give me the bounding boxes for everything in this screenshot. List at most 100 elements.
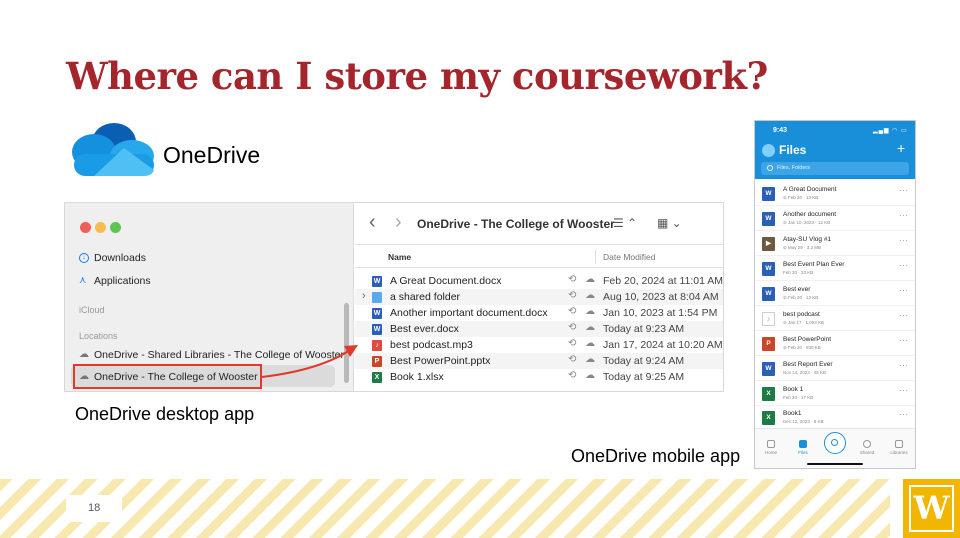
more-icon[interactable]: ··· [899,286,909,295]
cloud-icon: ☁ [79,349,89,360]
column-header: Name Date Modified [355,246,723,268]
more-icon[interactable]: ··· [899,410,909,419]
file-name: Another important document.docx [390,307,548,319]
finder-sidebar: ↓ Downloads ⋏ Applications iCloud Locati… [65,203,354,391]
excel-file-icon: X [762,411,775,425]
onedrive-logo-icon [72,123,154,176]
file-name: Book 1.xlsx [390,371,444,383]
more-icon[interactable]: ··· [899,311,909,320]
back-button[interactable]: ‹ [369,211,376,234]
column-name[interactable]: Name [388,252,411,262]
view-options-button[interactable]: ☰ ⌃ [613,216,637,230]
list-item[interactable]: W Best ever ⊘ Feb 20 · 13 KB ··· [755,281,915,306]
tab-label: Shared [859,450,875,455]
sync-status-icon: ⟲ ☁ [568,274,599,285]
mobile-header: 9:43 ▂▄▆ ◠ ▭ Files + Files, Folders [755,121,915,179]
sync-status-icon: ⟲ ☁ [568,354,599,365]
list-item[interactable]: ♪ best podcast ⊘ Jan 17 · 1,003 KB ··· [755,306,915,331]
item-name: Best PowerPoint [783,336,832,343]
item-meta: Nov 14, 2023 · 45 KB [783,370,827,375]
search-input[interactable]: Files, Folders [761,162,909,175]
forward-button[interactable]: › [395,211,402,234]
more-icon[interactable]: ··· [899,336,909,345]
file-row[interactable]: W Another important document.docx ⟲ ☁ Ja… [355,305,723,321]
mobile-app-screenshot: 9:43 ▂▄▆ ◠ ▭ Files + Files, Folders W A … [754,120,916,469]
file-row[interactable]: › a shared folder ⟲ ☁ Aug 10, 2023 at 8:… [355,289,723,305]
list-item[interactable]: X Book1 Dec 12, 2023 · 8 KB ··· [755,405,915,430]
item-meta: ⊘ Jan 17 · 1,003 KB [783,320,825,325]
file-date: Jan 17, 2024 at 10:20 AM [603,339,723,351]
sidebar-item-applications[interactable]: ⋏ Applications [79,275,151,287]
logo-letter: W [909,485,954,532]
folder-icon [372,292,382,303]
column-date-modified[interactable]: Date Modified [603,252,655,262]
list-item[interactable]: W Best Event Plan Ever Feb 20 · 33 KB ··… [755,256,915,281]
libraries-icon [895,440,903,448]
sidebar-item-shared-libraries[interactable]: ☁ OneDrive - Shared Libraries - The Coll… [79,349,344,361]
item-name: A Great Document [783,186,837,193]
list-item[interactable]: ▶ Atay-SU Vlog #1 ⊘ May 29 · 3.3 MB ··· [755,231,915,256]
list-item[interactable]: W Another document ⊘ Jan 10, 2023 · 12 K… [755,206,915,231]
sync-status-icon: ⟲ ☁ [568,338,599,349]
more-icon[interactable]: ··· [899,361,909,370]
file-row[interactable]: ♪ best podcast.mp3 ⟲ ☁ Jan 17, 2024 at 1… [355,337,723,353]
excel-file-icon: X [372,372,382,383]
tab-home[interactable]: Home [756,440,786,455]
item-name: Another document [783,211,837,218]
caption-mobile: OneDrive mobile app [571,446,741,466]
folder-icon [799,440,807,448]
more-icon[interactable]: ··· [899,186,909,195]
file-date: Today at 9:24 AM [603,355,685,367]
more-icon[interactable]: ··· [899,236,909,245]
item-meta: ⊘ Jan 10, 2023 · 12 KB [783,220,831,225]
word-file-icon: W [762,362,775,376]
list-item[interactable]: P Best PowerPoint ⊘ Feb 20 · 930 KB ··· [755,331,915,356]
item-name: Best Event Plan Ever [783,261,845,268]
tab-libraries[interactable]: Libraries [884,440,914,455]
file-date: Feb 20, 2024 at 11:01 AM [603,275,724,287]
word-file-icon: W [372,308,382,319]
more-icon[interactable]: ··· [899,386,909,395]
tab-shared[interactable]: Shared [852,440,882,455]
file-date: Aug 10, 2023 at 8:04 AM [603,291,719,303]
finder-toolbar: ‹ › OneDrive - The College of Wooster ☰ … [355,203,723,245]
list-item[interactable]: W A Great Document ⊘ Feb 20 · 13 KB ··· [755,181,915,206]
download-icon: ↓ [79,253,89,263]
slide-title: Where can I store my coursework? [66,54,768,98]
add-button[interactable]: + [897,140,905,156]
item-name: Best Report Ever [783,361,833,368]
file-date: Jan 10, 2023 at 1:54 PM [603,307,718,319]
file-date: Today at 9:23 AM [603,323,685,335]
disclosure-icon[interactable]: › [362,290,366,302]
file-row[interactable]: X Book 1.xlsx ⟲ ☁ Today at 9:25 AM [355,369,723,385]
column-divider [595,250,596,264]
file-row[interactable]: P Best PowerPoint.pptx ⟲ ☁ Today at 9:24… [355,353,723,369]
tab-files[interactable]: Files [788,440,818,455]
more-icon[interactable]: ··· [899,261,909,270]
item-meta: Feb 20 · 17 KB [783,395,814,400]
onedrive-label: OneDrive [163,142,261,168]
sidebar-scrollbar[interactable] [344,303,349,383]
item-meta: ⊘ Feb 20 · 13 KB [783,295,819,300]
home-indicator [807,463,863,465]
mobile-title: Files [779,143,807,157]
file-name: a shared folder [390,291,461,303]
window-title: OneDrive - The College of Wooster [417,217,615,231]
close-button[interactable] [80,222,91,233]
camera-button[interactable] [824,432,846,454]
audio-file-icon: ♪ [762,312,775,326]
sidebar-item-downloads[interactable]: ↓ Downloads [79,252,146,264]
item-meta: Dec 12, 2023 · 8 KB [783,419,824,424]
word-file-icon: W [762,262,775,276]
avatar[interactable] [762,144,775,157]
list-item[interactable]: X Book 1 Feb 20 · 17 KB ··· [755,381,915,406]
item-name: Atay-SU Vlog #1 [783,236,832,243]
file-row[interactable]: W A Great Document.docx ⟲ ☁ Feb 20, 2024… [355,273,724,289]
file-row[interactable]: W Best ever.docx ⟲ ☁ Today at 9:23 AM [355,321,723,337]
decorative-stripes [0,479,890,538]
zoom-button[interactable] [110,222,121,233]
group-options-button[interactable]: ▦ ⌄ [657,216,682,230]
minimize-button[interactable] [95,222,106,233]
more-icon[interactable]: ··· [899,211,909,220]
list-item[interactable]: W Best Report Ever Nov 14, 2023 · 45 KB … [755,356,915,381]
